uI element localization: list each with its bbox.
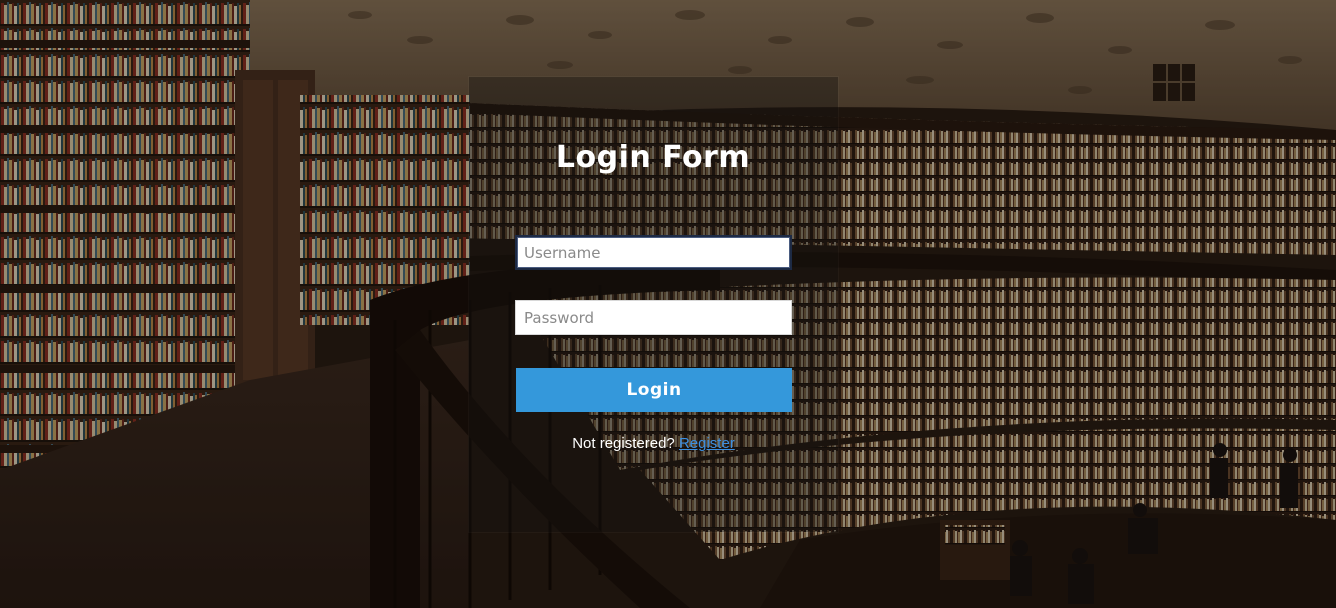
password-input[interactable] (515, 300, 792, 335)
page-title: Login Form (555, 140, 751, 175)
register-link[interactable]: Register (679, 435, 735, 452)
register-prompt-line: Not registered? Register (469, 435, 838, 452)
register-prompt-text: Not registered? (572, 435, 675, 452)
username-input[interactable] (515, 235, 792, 270)
login-button[interactable]: Login (516, 368, 792, 412)
